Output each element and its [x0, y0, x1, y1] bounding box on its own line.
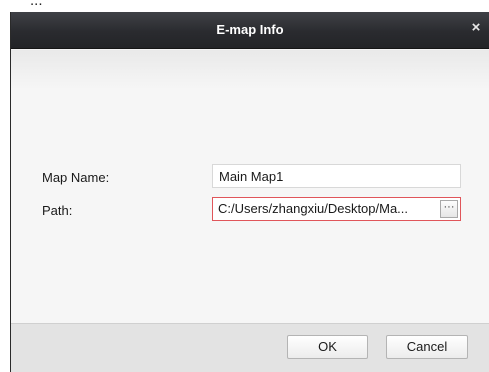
ellipsis-browse-icon[interactable]: ···: [440, 200, 458, 218]
map-name-input[interactable]: Main Map1: [212, 164, 461, 188]
dialog-titlebar[interactable]: E-map Info ×: [11, 12, 489, 49]
dialog-title: E-map Info: [216, 22, 284, 37]
ok-button[interactable]: OK: [287, 335, 368, 359]
background-clipped-text: ...: [30, 0, 43, 9]
cancel-button[interactable]: Cancel: [386, 335, 468, 359]
path-field[interactable]: C:/Users/zhangxiu/Desktop/Ma... ···: [212, 197, 461, 221]
close-icon[interactable]: ×: [469, 20, 483, 36]
map-name-label: Map Name:: [42, 170, 110, 185]
path-input[interactable]: C:/Users/zhangxiu/Desktop/Ma...: [213, 198, 440, 220]
dialog-footer: OK Cancel: [11, 323, 489, 372]
background-window-strip: ...: [0, 0, 489, 12]
path-label: Path:: [42, 203, 73, 218]
dialog-body: Map Name: Main Map1 Path: C:/Users/zhang…: [11, 50, 489, 323]
emap-info-dialog: E-map Info × Map Name: Main Map1 Path: C…: [10, 12, 489, 372]
